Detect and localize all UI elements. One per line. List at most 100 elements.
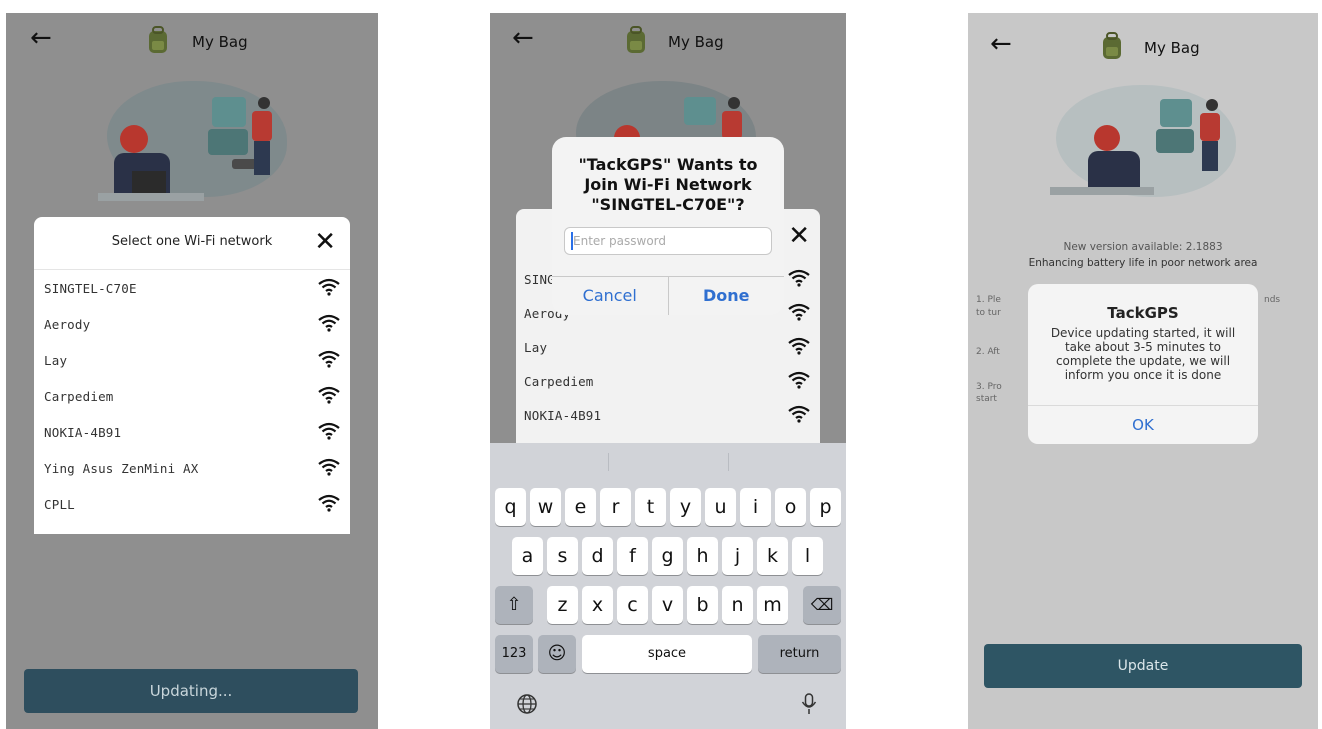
key-v[interactable]: v	[652, 586, 683, 624]
step-text: 1. Ple	[976, 295, 1001, 305]
key-l[interactable]: l	[792, 537, 823, 575]
key-x[interactable]: x	[582, 586, 613, 624]
step-text: 2. Aft	[976, 347, 1000, 357]
wifi-network-row[interactable]: Aerody	[34, 306, 350, 342]
network-name: SING	[524, 272, 555, 287]
wifi-network-row[interactable]: Lay	[516, 329, 820, 363]
network-name: SINGTEL-C70E	[44, 281, 137, 296]
wifi-icon	[788, 303, 810, 321]
key-m[interactable]: m	[757, 586, 788, 624]
key-h[interactable]: h	[687, 537, 718, 575]
network-name: Ying Asus ZenMini AX	[44, 461, 199, 476]
key-i[interactable]: i	[740, 488, 771, 526]
key-e[interactable]: e	[565, 488, 596, 526]
update-button[interactable]: Update	[984, 644, 1302, 688]
close-icon[interactable]: ✕	[314, 227, 336, 257]
network-name: Lay	[524, 340, 548, 355]
suggestion-bar	[490, 443, 846, 479]
key-f[interactable]: f	[617, 537, 648, 575]
updating-button[interactable]: Updating...	[24, 669, 358, 713]
step-text: 3. Pro	[976, 382, 1002, 392]
illustration	[1048, 79, 1248, 215]
wifi-network-row[interactable]: Carpediem	[516, 363, 820, 397]
wifi-icon	[318, 386, 340, 404]
key-d[interactable]: d	[582, 537, 613, 575]
wifi-icon	[318, 278, 340, 296]
wifi-network-row[interactable]: Ying Asus ZenMini AX	[34, 450, 350, 486]
key-z[interactable]: z	[547, 586, 578, 624]
illustration	[92, 75, 302, 225]
emoji-icon[interactable]: ☺	[538, 635, 576, 673]
wifi-network-row[interactable]: NOKIA-4B91	[34, 414, 350, 450]
key-a[interactable]: a	[512, 537, 543, 575]
back-arrow-icon[interactable]: ←	[512, 23, 534, 53]
wifi-icon	[788, 371, 810, 389]
return-key[interactable]: return	[758, 635, 841, 673]
network-name: Carpediem	[44, 389, 114, 404]
wifi-icon	[788, 405, 810, 423]
done-button[interactable]: Done	[667, 277, 785, 315]
enhancement-text: Enhancing battery life in poor network a…	[1028, 257, 1258, 269]
key-n[interactable]: n	[722, 586, 753, 624]
network-name: CPLL	[44, 497, 75, 512]
network-name: NOKIA-4B91	[524, 408, 602, 423]
space-key[interactable]: space	[582, 635, 752, 673]
wifi-network-row[interactable]: Carpediem	[34, 378, 350, 414]
screen-update: ← My Bag New version available: 2.1883 E…	[968, 13, 1318, 729]
wifi-icon	[318, 314, 340, 332]
screen-wifi-select: ← My Bag Select one Wi-Fi network ✕ SING…	[6, 13, 378, 729]
text-caret	[571, 232, 573, 250]
wifi-network-row[interactable]: Lay	[34, 342, 350, 378]
key-w[interactable]: w	[530, 488, 561, 526]
key-b[interactable]: b	[687, 586, 718, 624]
password-placeholder: Enter password	[573, 234, 666, 248]
new-version-text: New version available: 2.1883	[1063, 241, 1223, 253]
key-y[interactable]: y	[670, 488, 701, 526]
step-text: to tur	[976, 308, 1001, 318]
wifi-icon	[318, 458, 340, 476]
alert-buttons: Cancel Done	[552, 276, 784, 315]
close-icon[interactable]: ✕	[788, 221, 810, 251]
back-arrow-icon[interactable]: ←	[30, 23, 52, 53]
key-r[interactable]: r	[600, 488, 631, 526]
key-g[interactable]: g	[652, 537, 683, 575]
key-o[interactable]: o	[775, 488, 806, 526]
cancel-button[interactable]: Cancel	[552, 277, 668, 315]
wifi-icon	[788, 337, 810, 355]
key-t[interactable]: t	[635, 488, 666, 526]
backspace-icon[interactable]: ⌫	[803, 586, 841, 624]
wifi-network-row[interactable]: NOKIA-4B91	[516, 397, 820, 431]
shift-icon[interactable]: ⇧	[495, 586, 533, 624]
password-input[interactable]: Enter password	[564, 227, 772, 255]
back-arrow-icon[interactable]: ←	[990, 29, 1012, 59]
wifi-join-alert: "TackGPS" Wants to Join Wi-Fi Network "S…	[552, 137, 784, 315]
wifi-network-row[interactable]: CPLL	[34, 486, 350, 522]
network-name: Aerody	[44, 317, 91, 332]
microphone-icon[interactable]	[800, 692, 818, 716]
dialog-message: Device updating started, it will take ab…	[1050, 326, 1236, 382]
wifi-icon	[318, 350, 340, 368]
sheet-title: Select one Wi-Fi network	[111, 234, 273, 249]
key-u[interactable]: u	[705, 488, 736, 526]
page-title: My Bag	[192, 33, 248, 51]
alert-title: "TackGPS" Wants to Join Wi-Fi Network "S…	[578, 155, 758, 214]
suggestion-divider	[608, 453, 609, 471]
key-k[interactable]: k	[757, 537, 788, 575]
key-c[interactable]: c	[617, 586, 648, 624]
globe-icon[interactable]	[516, 693, 538, 715]
key-j[interactable]: j	[722, 537, 753, 575]
backpack-icon	[1103, 32, 1121, 59]
key-p[interactable]: p	[810, 488, 841, 526]
key-q[interactable]: q	[495, 488, 526, 526]
key-s[interactable]: s	[547, 537, 578, 575]
numbers-key[interactable]: 123	[495, 635, 533, 673]
network-name: NOKIA-4B91	[44, 425, 122, 440]
ok-button[interactable]: OK	[1028, 405, 1258, 444]
step-text: start	[976, 394, 997, 404]
update-dialog: TackGPS Device updating started, it will…	[1028, 284, 1258, 444]
page-title: My Bag	[1144, 39, 1200, 57]
suggestion-divider	[728, 453, 729, 471]
network-name: Carpediem	[524, 374, 594, 389]
screen-wifi-password: ← My Bag ✕ SING Aerody Lay Carpediem NOK…	[490, 13, 846, 729]
wifi-network-row[interactable]: SINGTEL-C70E	[34, 270, 350, 306]
